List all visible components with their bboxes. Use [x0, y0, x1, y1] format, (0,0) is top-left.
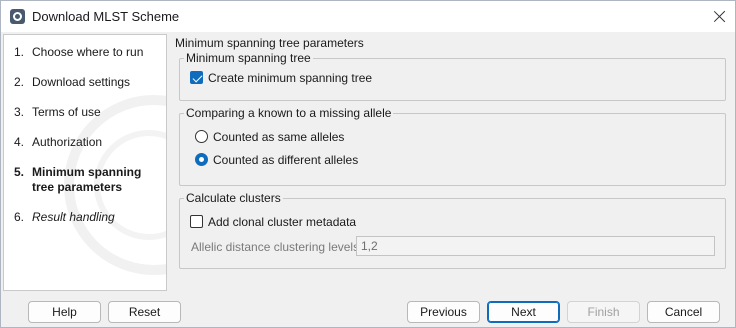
clustering-levels-input[interactable]: [356, 236, 715, 256]
same-alleles-label[interactable]: Counted as same alleles: [213, 130, 344, 144]
dialog-window: Download MLST Scheme 1. Choose where to …: [0, 0, 736, 328]
step-number: 1.: [14, 45, 25, 59]
step-label: Authorization: [32, 135, 103, 149]
clonal-cluster-label[interactable]: Add clonal cluster metadata: [208, 215, 356, 229]
finish-button: Finish: [567, 301, 640, 323]
cancel-button[interactable]: Cancel: [647, 301, 720, 323]
previous-button[interactable]: Previous: [407, 301, 480, 323]
same-alleles-radio[interactable]: [195, 130, 208, 143]
parameters-panel: Minimum spanning tree parameters Minimum…: [171, 34, 735, 291]
step-number: 2.: [14, 75, 25, 89]
wizard-steps-panel: 1. Choose where to run 2. Download setti…: [3, 34, 167, 291]
create-mst-checkbox[interactable]: [190, 71, 203, 84]
different-alleles-label[interactable]: Counted as different alleles: [213, 153, 358, 167]
step-label: Minimum spanning tree parameters: [32, 165, 142, 194]
step-label: Download settings: [32, 75, 131, 89]
title-bar: Download MLST Scheme: [1, 1, 735, 32]
clonal-cluster-checkbox[interactable]: [190, 215, 203, 228]
step-minimum-spanning-tree-parameters: 5. Minimum spanning tree parameters: [14, 165, 164, 195]
dialog-footer: Help Reset Previous Next Finish Cancel: [1, 292, 735, 327]
close-icon[interactable]: [709, 6, 731, 28]
step-number: 3.: [14, 105, 25, 119]
window-title: Download MLST Scheme: [32, 9, 180, 24]
reset-button[interactable]: Reset: [108, 301, 181, 323]
create-mst-label[interactable]: Create minimum spanning tree: [208, 71, 372, 85]
step-authorization: 4. Authorization: [14, 135, 164, 150]
step-download-settings: 2. Download settings: [14, 75, 164, 90]
step-result-handling: 6. Result handling: [14, 210, 164, 225]
mst-group-legend: Minimum spanning tree: [184, 51, 313, 65]
calculate-clusters-group: Calculate clusters Add clonal cluster me…: [179, 191, 726, 269]
different-alleles-radio[interactable]: [195, 153, 208, 166]
allele-comparison-group: Comparing a known to a missing allele Co…: [179, 106, 726, 186]
clustering-levels-label: Allelic distance clustering levels: [191, 240, 360, 254]
step-label: Terms of use: [32, 105, 101, 119]
clusters-group-legend: Calculate clusters: [184, 191, 283, 205]
step-number: 5.: [14, 165, 25, 179]
help-button[interactable]: Help: [28, 301, 101, 323]
step-number: 6.: [14, 210, 25, 224]
step-label: Choose where to run: [32, 45, 144, 59]
app-icon: [10, 9, 25, 24]
next-button[interactable]: Next: [487, 301, 560, 323]
step-terms-of-use: 3. Terms of use: [14, 105, 164, 120]
step-number: 4.: [14, 135, 25, 149]
step-choose-where-to-run: 1. Choose where to run: [14, 45, 164, 60]
mst-group: Minimum spanning tree Create minimum spa…: [179, 51, 726, 101]
step-label: Result handling: [32, 210, 115, 224]
allele-group-legend: Comparing a known to a missing allele: [184, 106, 394, 120]
page-title: Minimum spanning tree parameters: [175, 36, 364, 50]
